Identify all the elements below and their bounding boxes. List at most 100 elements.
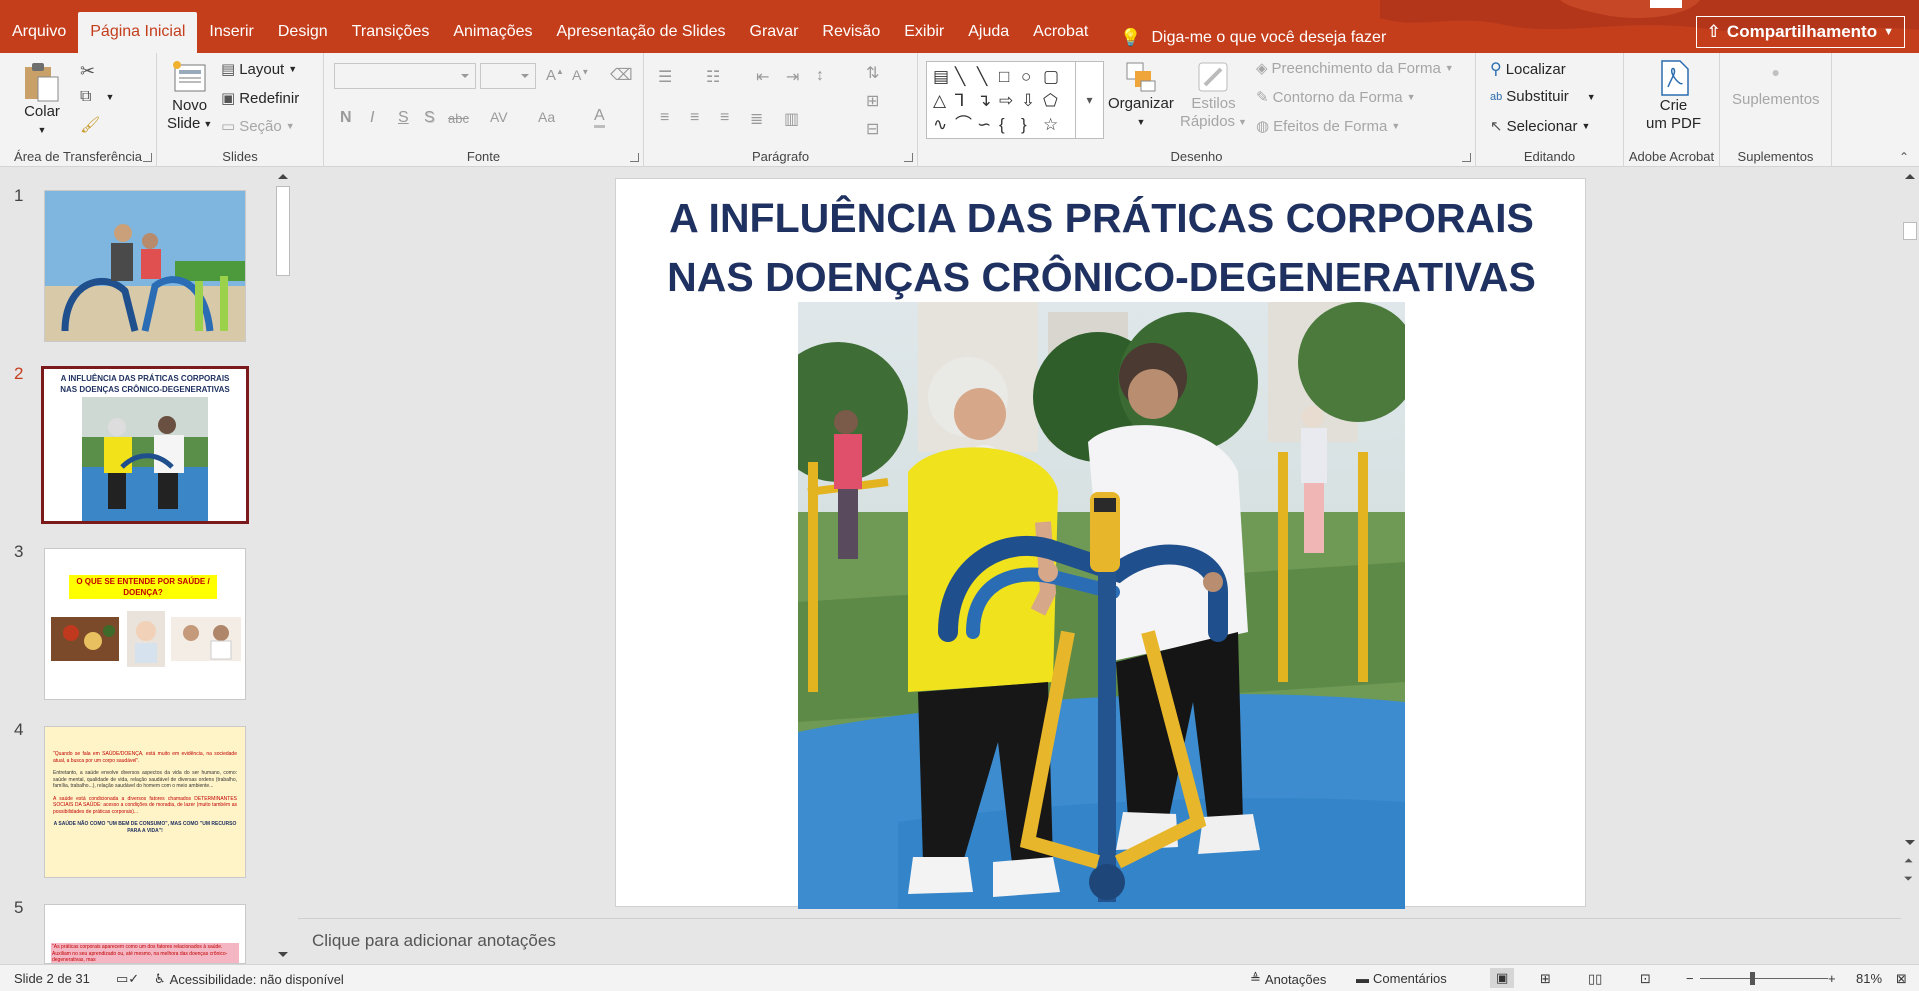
shape-outline-button[interactable]: ✎ Contorno da Forma ▼ [1256, 88, 1416, 107]
create-pdf-button[interactable]: Crie um PDF [1646, 59, 1701, 133]
font-size-combo[interactable] [480, 63, 536, 89]
strikethrough-button[interactable]: abc [448, 111, 469, 126]
align-right-icon[interactable]: ≡ [720, 109, 729, 127]
paste-button[interactable]: Colar ▼ [22, 61, 62, 139]
smartart-icon[interactable]: ⊟ [866, 119, 879, 139]
align-left-icon[interactable]: ≡ [660, 109, 669, 127]
dialog-launcher-icon[interactable] [143, 153, 152, 162]
clear-format-icon[interactable]: ⌫ [610, 65, 633, 85]
tab-pagina-inicial[interactable]: Página Inicial [78, 12, 198, 53]
rounded-rect-shape-icon[interactable]: ▢ [1043, 68, 1059, 85]
slide-thumbnail-5[interactable]: "As práticas corporais aparecem como um … [44, 904, 246, 964]
addins-button[interactable]: ● Suplementos [1732, 63, 1820, 109]
format-painter-button[interactable]: 🖌 [80, 115, 100, 135]
decrease-indent-icon[interactable]: ⇤ [756, 67, 769, 87]
slide-sorter-button[interactable]: ⊞ [1540, 971, 1551, 987]
tab-design[interactable]: Design [266, 12, 340, 53]
normal-view-button[interactable]: ▣ [1490, 968, 1515, 988]
right-arrow-shape-icon[interactable]: ⇨ [999, 92, 1013, 109]
arrange-button[interactable]: Organizar ▼ [1108, 59, 1174, 131]
notes-pane[interactable]: Clique para adicionar anotações [298, 918, 1901, 964]
shrink-font-icon[interactable]: A▼ [572, 67, 589, 83]
elbow-shape-icon[interactable]: ⅂ [955, 92, 964, 109]
section-button[interactable]: ▭ Seção ▼ [221, 117, 295, 136]
freeform-shape-icon[interactable]: ⬠ [1043, 92, 1058, 109]
numbering-icon[interactable]: ☷ [706, 67, 720, 87]
underline-button[interactable]: S [398, 109, 409, 127]
fit-slide-button[interactable]: ⊠ [1896, 971, 1907, 987]
collapse-ribbon-icon[interactable]: ⌃ [1899, 150, 1909, 164]
rectangle-shape-icon[interactable]: □ [999, 68, 1009, 85]
tab-transicoes[interactable]: Transições [340, 12, 442, 53]
char-spacing-button[interactable]: AV [490, 109, 508, 125]
next-slide-icon[interactable]: ⏷ [1904, 874, 1913, 885]
copy-button[interactable]: ⧉ ▼ [80, 88, 114, 106]
dialog-launcher-icon[interactable] [1462, 153, 1471, 162]
shape-fill-button[interactable]: ◈ Preenchimento da Forma ▼ [1256, 59, 1454, 78]
increase-indent-icon[interactable]: ⇥ [786, 67, 799, 87]
scroll-down-icon[interactable] [278, 952, 288, 957]
bold-button[interactable]: N [340, 109, 352, 127]
text-direction-icon[interactable]: ⇅ [866, 63, 879, 83]
tab-ajuda[interactable]: Ajuda [956, 12, 1021, 53]
font-name-combo[interactable] [334, 63, 476, 89]
gallery-more-icon[interactable]: ▾ [1075, 62, 1103, 138]
align-text-icon[interactable]: ⊞ [866, 91, 879, 111]
change-case-button[interactable]: Aa [538, 109, 555, 125]
curve-shape-icon[interactable]: ∽ [977, 116, 991, 133]
spelling-icon[interactable]: ▭✓ [116, 971, 139, 987]
tab-inserir[interactable]: Inserir [197, 12, 265, 53]
scroll-up-icon[interactable] [1905, 174, 1915, 179]
line-spacing-icon[interactable]: ↕ [816, 67, 824, 85]
dialog-launcher-icon[interactable] [904, 153, 913, 162]
scroll-up-icon[interactable] [278, 174, 288, 179]
line-shape-icon[interactable]: ╲ [977, 68, 987, 85]
slide-thumbnail-4[interactable]: "Quando se fala em SAÚDE/DOENÇA, está mu… [44, 726, 246, 878]
zoom-level[interactable]: 81% [1856, 971, 1882, 986]
reset-button[interactable]: ▣ Redefinir [221, 89, 299, 108]
find-button[interactable]: ⚲ Localizar [1490, 59, 1566, 79]
elbow-arrow-shape-icon[interactable]: ↴ [977, 92, 991, 109]
slide-photo[interactable] [798, 302, 1405, 909]
brace-right-shape-icon[interactable]: } [1021, 116, 1027, 133]
layout-button[interactable]: ▤ Layout ▼ [221, 60, 297, 79]
tab-apresentacao-de-slides[interactable]: Apresentação de Slides [545, 12, 738, 53]
justify-icon[interactable]: ≣ [750, 109, 763, 129]
replace-button[interactable]: ab Substituir ▼ [1490, 88, 1596, 105]
slide-title[interactable]: A INFLUÊNCIA DAS PRÁTICAS CORPORAIS NAS … [616, 189, 1587, 307]
zoom-slider-thumb[interactable] [1749, 972, 1755, 985]
bullets-icon[interactable]: ☰ [658, 67, 672, 87]
scroll-down-icon[interactable] [1905, 840, 1915, 845]
tab-acrobat[interactable]: Acrobat [1021, 12, 1100, 53]
tab-revisao[interactable]: Revisão [810, 12, 892, 53]
tell-me-search[interactable]: 💡 Diga-me o que você deseja fazer [1100, 12, 1398, 53]
shape-effects-button[interactable]: ◍ Efeitos de Forma ▼ [1256, 117, 1400, 136]
accessibility-status[interactable]: ♿ Acessibilidade: não disponível [154, 971, 344, 987]
tab-animacoes[interactable]: Animações [441, 12, 544, 53]
new-slide-button[interactable]: Novo Slide ▼ [167, 59, 212, 133]
tab-gravar[interactable]: Gravar [738, 12, 811, 53]
dialog-launcher-icon[interactable] [630, 153, 639, 162]
star-shape-icon[interactable]: ☆ [1043, 116, 1058, 133]
slide-thumbnail-2[interactable]: A INFLUÊNCIA DAS PRÁTICAS CORPORAIS NAS … [41, 366, 249, 524]
share-button[interactable]: ⇧ Compartilhamento ▼ [1695, 16, 1905, 48]
align-center-icon[interactable]: ≡ [690, 109, 699, 127]
zoom-slider[interactable] [1700, 972, 1828, 985]
slide-canvas[interactable]: A INFLUÊNCIA DAS PRÁTICAS CORPORAIS NAS … [615, 178, 1587, 909]
font-color-button[interactable]: A [594, 107, 605, 128]
scribble-shape-icon[interactable]: ∿ [933, 116, 947, 133]
editor-scrollbar[interactable]: ⏶ ⏷ [1901, 168, 1919, 964]
shadow-button[interactable]: S [424, 109, 435, 127]
triangle-shape-icon[interactable]: △ [933, 92, 946, 109]
shapes-gallery[interactable]: ▤ ╲ ╲ □ ○ ▢ △ ⅂ ↴ ⇨ ⇩ ⬠ ∿ ⌒ ∽ { } ☆ ▾ [926, 61, 1104, 139]
reading-view-button[interactable]: ▯▯ [1588, 971, 1602, 987]
oval-shape-icon[interactable]: ○ [1021, 68, 1031, 85]
quick-styles-button[interactable]: Estilos Rápidos ▼ [1180, 59, 1247, 131]
slideshow-button[interactable]: ⊡ [1640, 971, 1651, 987]
down-arrow-shape-icon[interactable]: ⇩ [1021, 92, 1035, 109]
arc-shape-icon[interactable]: ⌒ [955, 116, 972, 133]
brace-left-shape-icon[interactable]: { [999, 116, 1005, 133]
thumbnail-scrollbar[interactable] [274, 168, 292, 964]
line-shape-icon[interactable]: ╲ [955, 68, 965, 85]
slide-thumbnail-3[interactable]: O QUE SE ENTENDE POR SAÚDE / DOENÇA? [44, 548, 246, 700]
